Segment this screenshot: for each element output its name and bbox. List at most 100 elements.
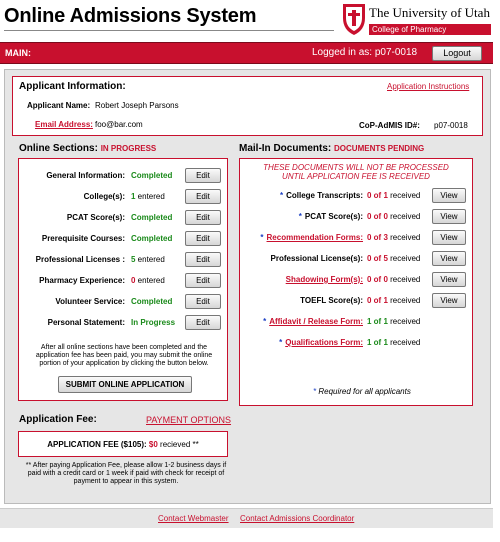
mail-in-label: Professional License(s): (240, 254, 363, 263)
view-button[interactable]: View (432, 209, 466, 224)
online-section-count-suffix: entered (135, 192, 165, 201)
edit-button[interactable]: Edit (185, 252, 221, 267)
mail-in-count: 0 of 0 (367, 275, 388, 284)
main-label: MAIN: (5, 48, 31, 58)
contact-webmaster-link[interactable]: Contact Webmaster (158, 514, 229, 523)
university-shield-icon (343, 4, 365, 35)
mail-in-row: Shadowing Form(s): 0 of 0 received View (240, 272, 472, 288)
view-button[interactable]: View (432, 251, 466, 266)
required-star: * (279, 191, 284, 200)
mail-in-panel: THESE DOCUMENTS WILL NOT BE PROCESSED UN… (239, 158, 473, 406)
online-section-label: Personal Statement: (47, 318, 125, 327)
mail-in-label: * College Transcripts: (240, 191, 363, 200)
applicant-info-heading: Applicant Information: (19, 81, 126, 92)
required-star: * (260, 233, 264, 242)
view-button[interactable]: View (432, 272, 466, 287)
online-section-status: Completed (131, 171, 173, 180)
mail-in-received: 1 of 1 received (367, 317, 420, 326)
mail-in-row: * Affidavit / Release Form: 1 of 1 receive… (240, 314, 472, 330)
edit-button[interactable]: Edit (185, 294, 221, 309)
mail-in-row: * PCAT Score(s): 0 of 0 received View (240, 209, 472, 225)
edit-button[interactable]: Edit (185, 168, 221, 183)
payment-options-link[interactable]: PAYMENT OPTIONS (146, 415, 231, 425)
mail-in-received: 0 of 0 received (367, 212, 420, 221)
mail-in-count-suffix: received (387, 191, 421, 200)
required-star: * (279, 338, 283, 347)
mail-in-label-text[interactable]: Shadowing Form(s): (286, 275, 363, 284)
online-section-row: Prerequisite Courses: Completed Edit (19, 231, 227, 247)
university-logo: The University of Utah College of Pharma… (341, 2, 493, 38)
mail-in-count: 1 of 1 (367, 317, 388, 326)
required-footnote: * Required for all applicants (313, 387, 411, 396)
application-instructions-link[interactable]: Application Instructions (387, 82, 469, 91)
online-section-row: Pharmacy Experience: 0 entered Edit (19, 273, 227, 289)
online-section-row: Professional Licenses : 5 entered Edit (19, 252, 227, 268)
online-section-status: 1 entered (131, 192, 165, 201)
mail-in-label: * Affidavit / Release Form: (240, 317, 363, 326)
contact-admissions-coordinator-link[interactable]: Contact Admissions Coordinator (240, 514, 354, 523)
admis-id-value: p07-0018 (434, 121, 468, 130)
email-address-link[interactable]: Email Address: (35, 120, 93, 129)
online-sections-panel: General Information: Completed Edit College… (18, 158, 228, 401)
fee-note: ** After paying Application Fee, please … (25, 462, 227, 485)
mail-in-label: TOEFL Score(s): (240, 296, 363, 305)
online-section-label: General Information: (46, 171, 125, 180)
online-section-label: Prerequisite Courses: (41, 234, 125, 243)
mail-in-label: * Recommendation Forms: (240, 233, 363, 242)
email-value: foo@bar.com (95, 120, 143, 129)
online-section-row: Volunteer Service: Completed Edit (19, 294, 227, 310)
mail-in-row: Professional License(s): 0 of 5 received V… (240, 251, 472, 267)
mail-in-heading: Mail-In Documents: DOCUMENTS PENDING (239, 143, 425, 154)
edit-button[interactable]: Edit (185, 189, 221, 204)
edit-button[interactable]: Edit (185, 315, 221, 330)
online-section-row: General Information: Completed Edit (19, 168, 227, 184)
online-section-status: Completed (131, 213, 173, 222)
mail-in-count: 0 of 0 (367, 212, 388, 221)
mail-in-row: * Qualifications Form: 1 of 1 received (240, 335, 472, 351)
mail-in-label-text: College Transcripts: (286, 191, 363, 200)
logout-button[interactable]: Logout (432, 46, 482, 61)
mail-in-count-suffix: received (387, 317, 421, 326)
edit-button[interactable]: Edit (185, 273, 221, 288)
mail-in-count: 1 of 1 (367, 338, 388, 347)
online-section-status: Completed (131, 234, 173, 243)
mail-in-label-text[interactable]: Qualifications Form: (285, 338, 363, 347)
submit-online-application-button[interactable]: SUBMIT ONLINE APPLICATION (58, 376, 192, 393)
mail-in-row: * Recommendation Forms: 0 of 3 received Vie… (240, 230, 472, 246)
edit-button[interactable]: Edit (185, 210, 221, 225)
page-title: Online Admissions System (4, 5, 257, 27)
mail-in-count-suffix: received (387, 296, 421, 305)
online-section-status: 5 entered (131, 255, 165, 264)
online-section-label: PCAT Score(s): (66, 213, 125, 222)
online-section-count-suffix: entered (135, 276, 165, 285)
mail-in-received: 0 of 0 received (367, 275, 420, 284)
mail-in-label: Shadowing Form(s): (240, 275, 363, 284)
online-section-row: Personal Statement: In Progress Edit (19, 315, 227, 331)
fee-warning: THESE DOCUMENTS WILL NOT BE PROCESSED UN… (263, 163, 449, 181)
required-star: * (263, 317, 267, 326)
mail-in-label-text: PCAT Score(s): (304, 212, 363, 221)
online-section-row: College(s): 1 entered Edit (19, 189, 227, 205)
view-button[interactable]: View (432, 293, 466, 308)
online-section-label: College(s): (83, 192, 125, 201)
mail-in-received: 0 of 1 received (367, 191, 420, 200)
mail-in-label-text[interactable]: Recommendation Forms: (267, 233, 363, 242)
mail-in-label: * Qualifications Form: (240, 338, 363, 347)
view-button[interactable]: View (432, 188, 466, 203)
mail-in-count: 0 of 1 (367, 191, 388, 200)
mail-in-count-suffix: received (387, 275, 421, 284)
online-section-status: Completed (131, 297, 173, 306)
mail-in-label-text: TOEFL Score(s): (300, 296, 363, 305)
view-button[interactable]: View (432, 230, 466, 245)
required-star: * (298, 212, 302, 221)
main-content: Applicant Information: Application Instr… (4, 69, 491, 504)
college-name: College of Pharmacy (369, 24, 491, 35)
online-section-status: 0 entered (131, 276, 165, 285)
edit-button[interactable]: Edit (185, 231, 221, 246)
mail-in-label: * PCAT Score(s): (240, 212, 363, 221)
mail-in-label-text[interactable]: Affidavit / Release Form: (269, 317, 363, 326)
mail-in-status: DOCUMENTS PENDING (334, 144, 425, 153)
mail-in-received: 0 of 5 received (367, 254, 420, 263)
footer: Contact Webmaster Contact Admissions Coo… (0, 508, 493, 528)
applicant-name-value: Robert Joseph Parsons (95, 101, 179, 110)
